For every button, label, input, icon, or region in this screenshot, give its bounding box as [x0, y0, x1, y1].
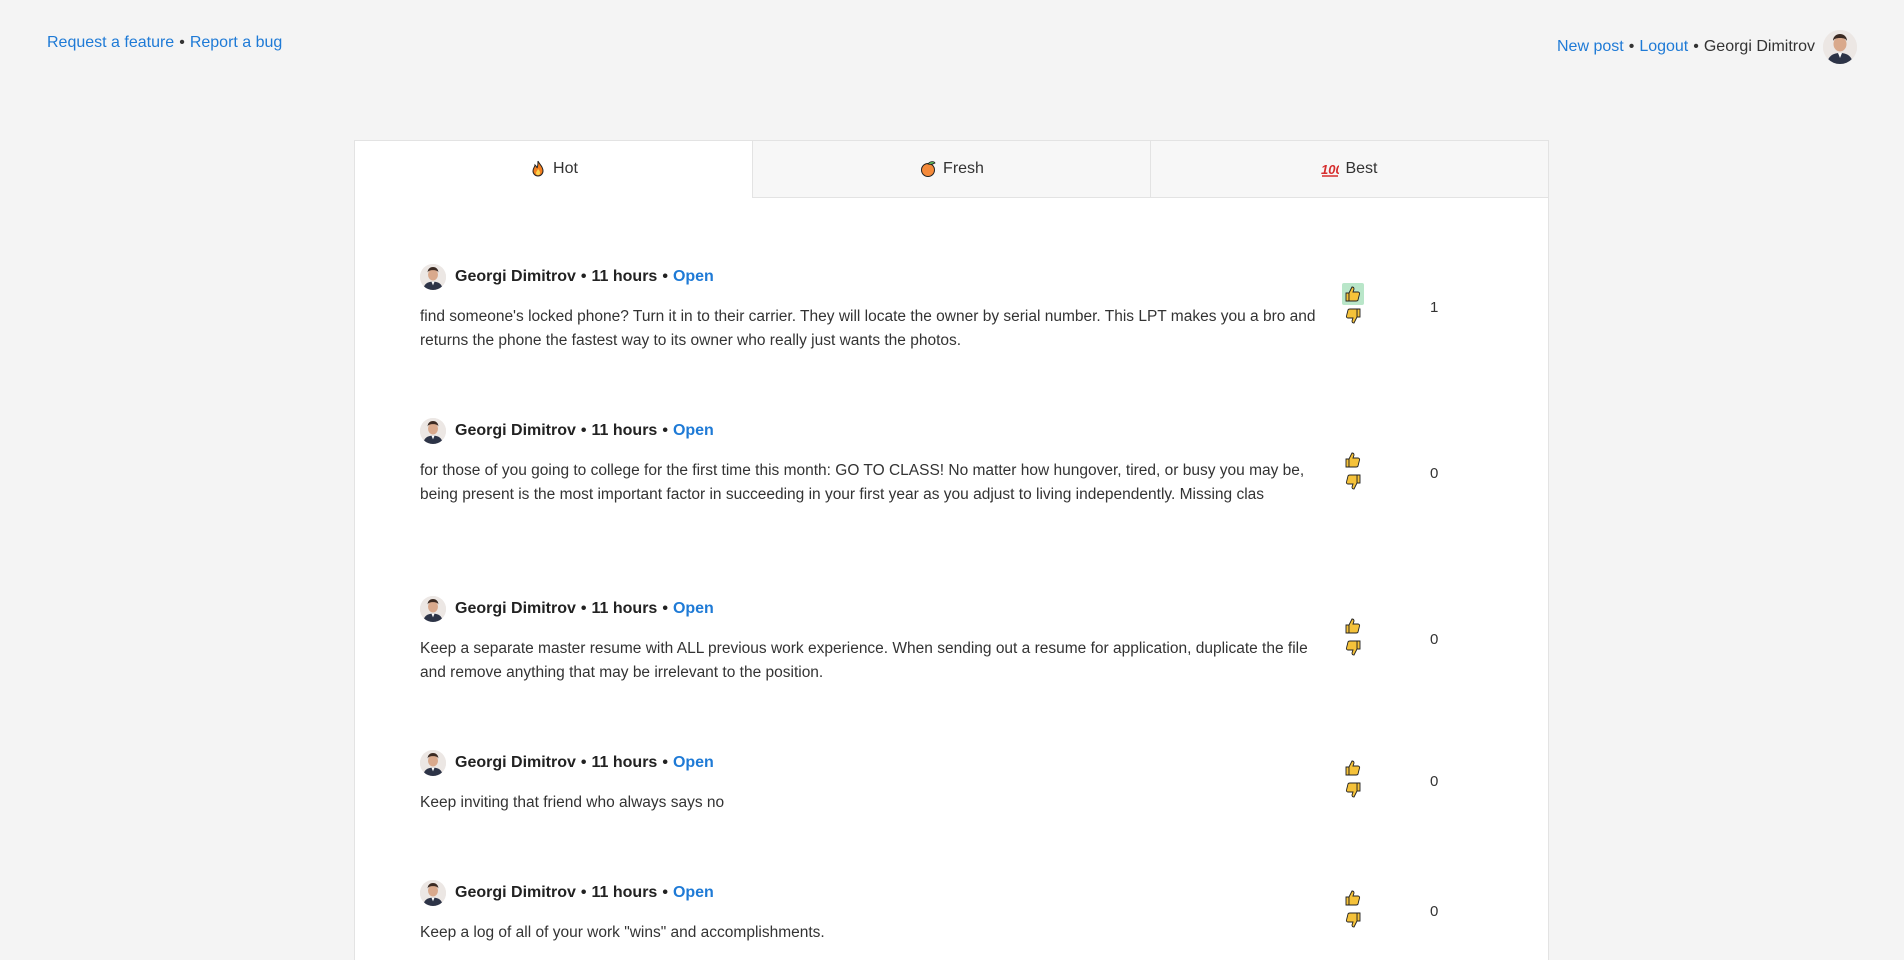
post-header: Georgi Dimitrov • 11 hours • Open [420, 263, 1480, 291]
upvote-button[interactable] [1342, 615, 1364, 637]
avatar [420, 750, 446, 776]
post-header: Georgi Dimitrov • 11 hours • Open [420, 749, 1480, 777]
list-item: Georgi Dimitrov • 11 hours • Open Keep a sep… [420, 595, 1480, 685]
vote-controls [1342, 757, 1364, 801]
separator: • [662, 268, 668, 285]
vote-controls [1342, 449, 1364, 493]
top-bar: Request a feature • Report a bug New post … [0, 0, 1904, 90]
post-author[interactable]: Georgi Dimitrov [455, 884, 576, 902]
separator: • [580, 884, 587, 901]
fire-icon [529, 160, 547, 178]
post-header: Georgi Dimitrov • 11 hours • Open [420, 595, 1480, 623]
downvote-button[interactable] [1342, 305, 1364, 327]
top-left-links: Request a feature • Report a bug [47, 34, 282, 52]
status-link[interactable]: Open [673, 754, 714, 772]
downvote-button[interactable] [1342, 637, 1364, 659]
thumbs-up-icon [1345, 760, 1361, 776]
list-item: Georgi Dimitrov • 11 hours • Open find someo… [420, 263, 1480, 353]
thumbs-down-icon [1345, 912, 1361, 928]
status-link[interactable]: Open [673, 600, 714, 618]
upvote-button[interactable] [1342, 887, 1364, 909]
separator: • [662, 884, 668, 901]
upvote-button[interactable] [1342, 449, 1364, 471]
thumbs-up-icon [1345, 452, 1361, 468]
top-right-nav: New post • Logout • Georgi Dimitrov [1557, 30, 1857, 64]
vote-score: 1 [1430, 299, 1439, 316]
post-author[interactable]: Georgi Dimitrov [455, 268, 576, 286]
tab-label: Hot [553, 160, 578, 177]
vote-controls [1342, 887, 1364, 931]
thumbs-up-icon [1345, 890, 1361, 906]
avatar [420, 880, 446, 906]
tab-fresh[interactable]: Fresh [752, 141, 1150, 198]
tab-hot[interactable]: Hot [355, 141, 752, 198]
separator: • [662, 754, 668, 771]
separator: • [580, 754, 587, 771]
tab-best[interactable]: 100 Best [1150, 141, 1548, 198]
downvote-button[interactable] [1342, 779, 1364, 801]
report-bug-link[interactable]: Report a bug [190, 34, 283, 51]
post-author[interactable]: Georgi Dimitrov [455, 422, 576, 440]
post-time: 11 hours [591, 268, 658, 285]
vote-controls [1342, 615, 1364, 659]
thumbs-down-icon [1345, 640, 1361, 656]
post-header: Georgi Dimitrov • 11 hours • Open [420, 879, 1480, 907]
post-body[interactable]: Keep inviting that friend who always say… [420, 791, 1320, 815]
separator: • [580, 268, 587, 285]
thumbs-down-icon [1345, 782, 1361, 798]
post-body[interactable]: for those of you going to college for th… [420, 459, 1320, 507]
post-header: Georgi Dimitrov • 11 hours • Open [420, 417, 1480, 445]
post-time: 11 hours [591, 600, 658, 617]
feed-panel: Hot Fresh 100 Best Georgi Dimitrov•11 ho… [354, 140, 1549, 960]
separator: • [662, 422, 668, 439]
vote-score: 0 [1430, 903, 1439, 920]
avatar [420, 418, 446, 444]
vote-score: 0 [1430, 631, 1439, 648]
post-time: 11 hours [591, 422, 658, 439]
list-item: Georgi Dimitrov • 11 hours • Open Keep invit… [420, 749, 1480, 815]
thumbs-up-icon [1345, 286, 1361, 302]
post-body[interactable]: find someone's locked phone? Turn it in … [420, 305, 1320, 353]
feed-tabs: Hot Fresh 100 Best [355, 141, 1548, 198]
thumbs-up-icon [1345, 618, 1361, 634]
hundred-points-icon: 100 [1321, 160, 1339, 178]
downvote-button[interactable] [1342, 471, 1364, 493]
svg-text:100: 100 [1321, 162, 1339, 177]
separator: • [1693, 38, 1699, 55]
thumbs-down-icon [1345, 474, 1361, 490]
peach-icon [919, 160, 937, 178]
post-time: 11 hours [591, 754, 658, 771]
avatar [420, 596, 446, 622]
tab-label: Fresh [943, 160, 984, 177]
vote-controls [1342, 283, 1364, 327]
post-body[interactable]: Keep a separate master resume with ALL p… [420, 637, 1320, 685]
thumbs-down-icon [1345, 308, 1361, 324]
logout-link[interactable]: Logout [1639, 38, 1688, 56]
request-feature-link[interactable]: Request a feature [47, 34, 174, 51]
separator: • [1628, 38, 1635, 55]
new-post-link[interactable]: New post [1557, 38, 1624, 56]
upvote-button[interactable] [1342, 283, 1364, 305]
status-link[interactable]: Open [673, 268, 714, 286]
separator: • [662, 600, 668, 617]
status-link[interactable]: Open [673, 884, 714, 902]
upvote-button[interactable] [1342, 757, 1364, 779]
tab-label: Best [1345, 160, 1378, 177]
post-time: 11 hours [591, 884, 658, 901]
status-link[interactable]: Open [673, 422, 714, 440]
downvote-button[interactable] [1342, 909, 1364, 931]
post-body[interactable]: Keep a log of all of your work "wins" an… [420, 921, 1320, 945]
vote-score: 0 [1430, 465, 1439, 482]
vote-score: 0 [1430, 773, 1439, 790]
list-item: Georgi Dimitrov • 11 hours • Open for those … [420, 417, 1480, 507]
avatar[interactable] [1823, 30, 1857, 64]
user-name: Georgi Dimitrov [1703, 38, 1815, 55]
post-author[interactable]: Georgi Dimitrov [455, 600, 576, 618]
avatar [420, 264, 446, 290]
separator: • [179, 34, 185, 51]
post-author[interactable]: Georgi Dimitrov [455, 754, 576, 772]
separator: • [580, 422, 587, 439]
separator: • [580, 600, 587, 617]
list-item: Georgi Dimitrov • 11 hours • Open Keep a log… [420, 879, 1480, 945]
